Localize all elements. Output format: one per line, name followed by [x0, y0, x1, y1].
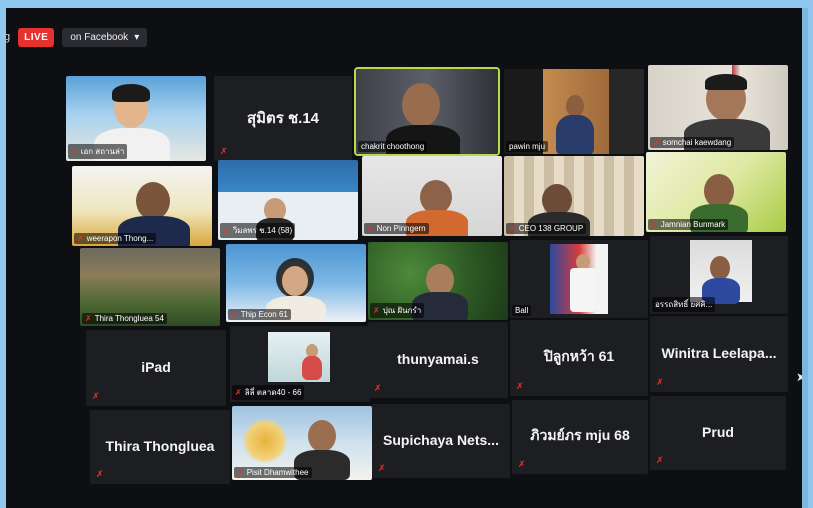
mic-muted-icon: ✗ — [653, 138, 660, 147]
participant-name-tag: chakrit choothong — [358, 141, 428, 152]
participant-tile[interactable]: ✗ วิมลพร ช.14 (58) — [218, 160, 358, 240]
participant-name-tag: ✗ วิมลพร ช.14 (58) — [220, 223, 296, 238]
mic-muted-icon: ✗ — [516, 381, 524, 391]
participant-name-tag: ✗ Thira Thongluea 54 — [82, 313, 167, 324]
participant-tile[interactable]: Winitra Leelapa... ✗ — [650, 316, 788, 392]
participant-name-tag: ✗ เอก สถานล่า — [68, 144, 128, 159]
participant-name: thunyamai.s — [397, 351, 479, 368]
mic-muted-icon: ✗ — [374, 383, 382, 393]
participant-tile[interactable]: ✗ ลิลี่ ตลาด40 - 66 — [230, 326, 370, 402]
mic-muted-icon: ✗ — [223, 226, 230, 235]
participant-tile[interactable]: ✗ weerapon Thong... — [72, 166, 212, 246]
participant-grid: ✗ เอก สถานล่า สุมิตร ช.14 ✗ chakrit choot… — [6, 8, 808, 508]
mic-muted-icon: ✗ — [96, 469, 104, 479]
participant-tile[interactable]: iPad ✗ — [86, 330, 226, 406]
participant-tile[interactable]: Supichaya Nets... ✗ — [372, 404, 510, 478]
mic-muted-icon: ✗ — [378, 463, 386, 473]
mic-muted-icon: ✗ — [77, 234, 84, 243]
mic-muted-icon: ✗ — [367, 224, 374, 233]
participant-name-tag: ✗ Pisit Dhamwithee — [234, 467, 312, 478]
participant-tile[interactable]: ✗ Pisit Dhamwithee — [232, 406, 372, 480]
mic-muted-icon: ✗ — [656, 455, 664, 465]
participant-tile[interactable]: ✗ Thip Econ 61 — [226, 244, 366, 322]
participant-name-tag: ✗ Thip Econ 61 — [228, 309, 291, 320]
participant-name-tag: pawin mju — [506, 141, 549, 152]
participant-tile[interactable]: ✗ somchai kaewdang — [648, 65, 788, 150]
participant-tile[interactable]: ✗ เอก สถานล่า — [66, 76, 206, 161]
participant-tile[interactable]: ✗ Jamnian Bunmark — [646, 152, 786, 232]
participant-tile[interactable]: pawin mju — [504, 69, 644, 154]
mic-muted-icon: ✗ — [518, 459, 526, 469]
participant-name-tag: ✗ Non Pinngern — [364, 223, 429, 234]
participant-name-tag: ✗ ปุณ ฝันกรำ — [370, 303, 425, 318]
participant-name: iPad — [141, 359, 171, 376]
mic-muted-icon: ✗ — [235, 388, 242, 397]
participant-tile[interactable]: อรรถสิทธิ์ ยศคิ... — [650, 236, 788, 314]
participant-name-tag: ✗ weerapon Thong... — [74, 233, 157, 244]
participant-tile[interactable]: ✗ CEO 138 GROUP — [504, 156, 644, 236]
participant-tile[interactable]: Thira Thongluea ✗ — [90, 410, 230, 484]
mic-muted-icon: ✗ — [373, 306, 380, 315]
participant-name: Supichaya Nets... — [383, 432, 499, 449]
participant-tile-active-speaker[interactable]: chakrit choothong — [354, 67, 500, 156]
participant-name: สุมิตร ช.14 — [246, 109, 320, 127]
participant-tile[interactable]: ✗ Thira Thongluea 54 — [80, 248, 220, 326]
participant-name-tag: ✗ Jamnian Bunmark — [648, 219, 729, 230]
participant-name-tag: อรรถสิทธิ์ ยศคิ... — [652, 297, 716, 312]
mic-muted-icon: ✗ — [220, 146, 228, 156]
participant-name-tag: ✗ somchai kaewdang — [650, 137, 735, 148]
wall-edge — [802, 8, 808, 508]
mic-muted-icon: ✗ — [656, 377, 664, 387]
mic-muted-icon: ✗ — [92, 391, 100, 401]
participant-name: Thira Thongluea — [105, 438, 215, 455]
participant-name-tag: ✗ CEO 138 GROUP — [506, 223, 587, 234]
participant-tile[interactable]: ปิลูกหว้า 61 ✗ — [510, 320, 648, 396]
participant-tile[interactable]: สุมิตร ช.14 ✗ — [214, 76, 352, 161]
mic-muted-icon: ✗ — [509, 224, 516, 233]
participant-name: ภิวมย์ภร mju 68 — [530, 426, 630, 443]
participant-tile[interactable]: Ball — [510, 240, 648, 318]
participant-name-tag: ✗ ลิลี่ ตลาด40 - 66 — [232, 385, 305, 400]
participant-name: Winitra Leelapa... — [661, 345, 777, 362]
participant-tile[interactable]: ✗ Non Pinngern — [362, 156, 502, 236]
zoom-gallery-screen: g LIVE on Facebook ▾ ✗ เอก สถานล่า สุมิตร… — [6, 8, 808, 508]
participant-name: Prud — [702, 424, 734, 441]
participant-name: ปิลูกหว้า 61 — [543, 347, 615, 364]
participant-tile[interactable]: Prud ✗ — [650, 396, 786, 470]
mic-muted-icon: ✗ — [85, 314, 92, 323]
participant-tile[interactable]: ภิวมย์ภร mju 68 ✗ — [512, 400, 648, 474]
mic-muted-icon: ✗ — [651, 220, 658, 229]
mic-muted-icon: ✗ — [231, 310, 238, 319]
participant-name-tag: Ball — [512, 305, 532, 316]
participant-tile[interactable]: thunyamai.s ✗ — [368, 322, 508, 398]
mic-muted-icon: ✗ — [237, 468, 244, 477]
participant-tile[interactable]: ✗ ปุณ ฝันกรำ — [368, 242, 508, 320]
mic-muted-icon: ✗ — [71, 147, 78, 156]
